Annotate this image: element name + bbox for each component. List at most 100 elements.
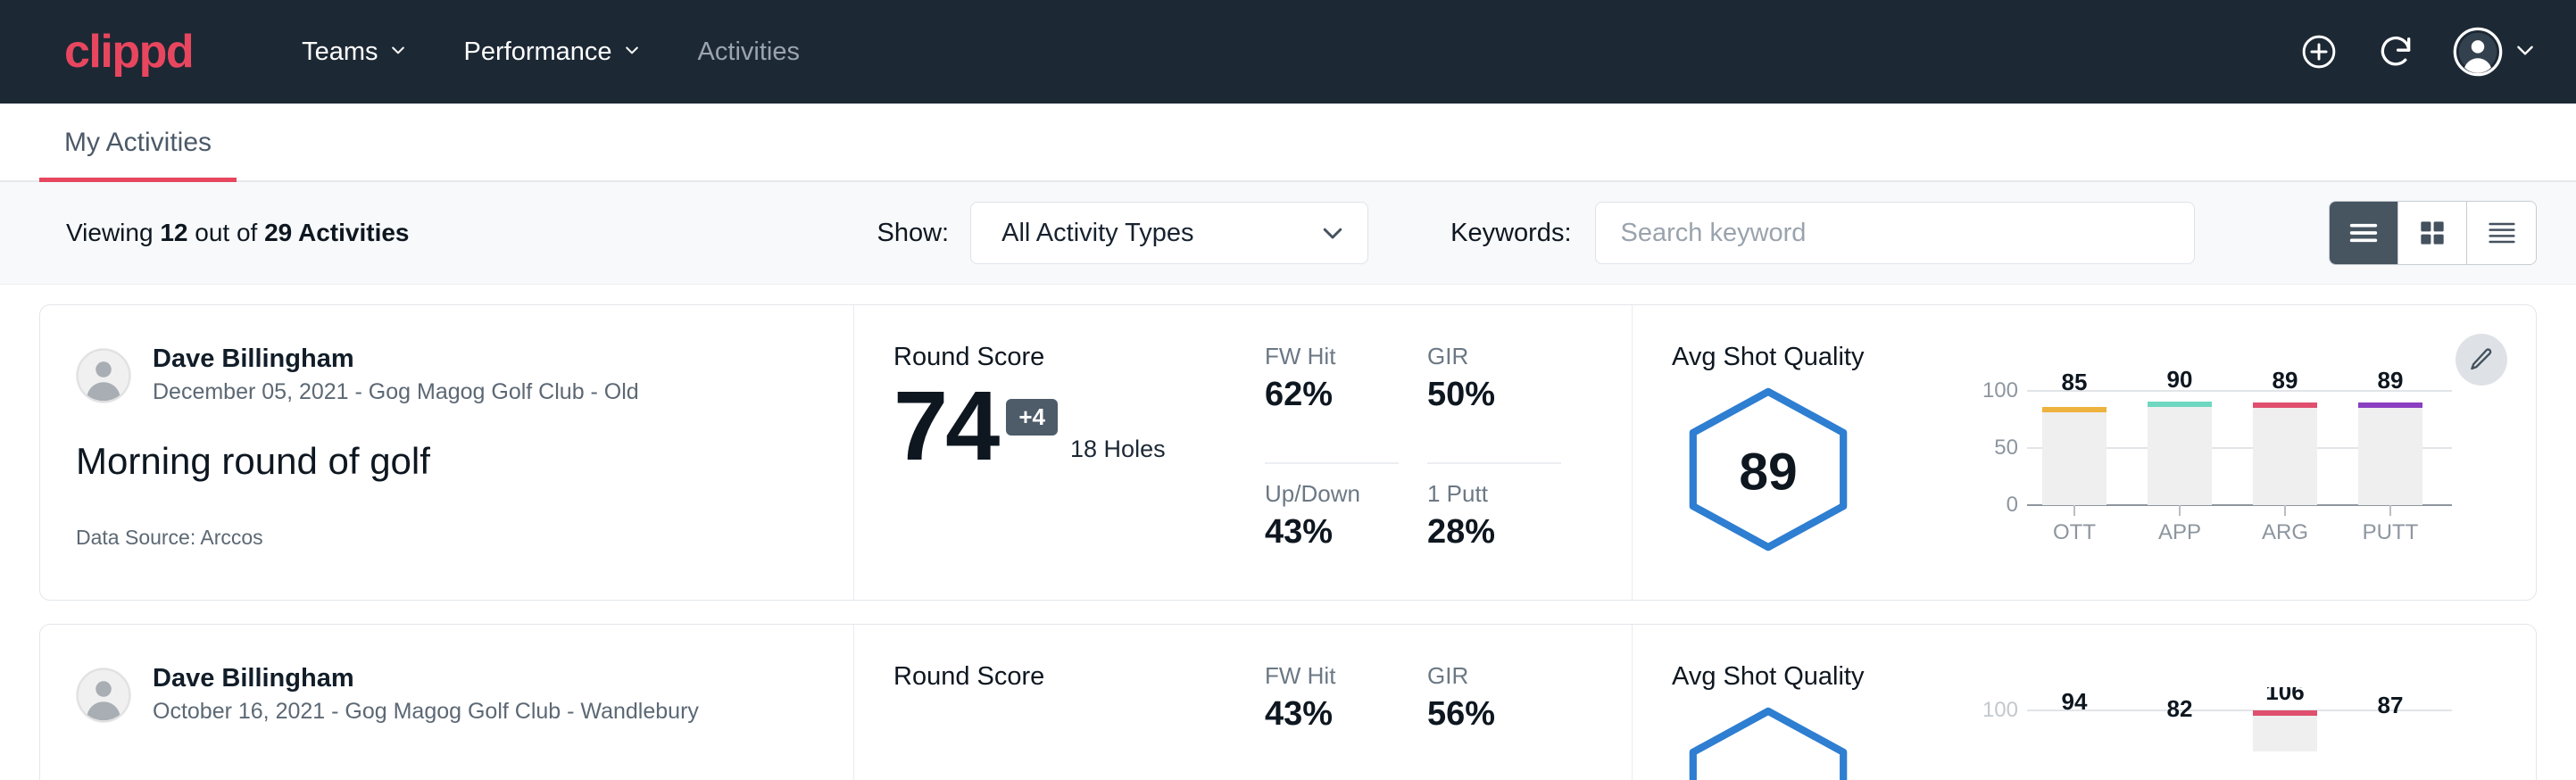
nav-item-activities[interactable]: Activities bbox=[669, 27, 828, 78]
viewing-count-text: Viewing 12 out of 29 Activities bbox=[66, 219, 410, 247]
round-stats: FW Hit 43% GIR 56% bbox=[1265, 662, 1561, 780]
bar-value-arg: 106 bbox=[2265, 687, 2304, 705]
bar-value-app: 82 bbox=[2167, 695, 2193, 722]
nav-item-activities-label: Activities bbox=[698, 37, 800, 67]
bar-label-app: APP bbox=[2158, 520, 2201, 544]
grid-icon bbox=[2415, 216, 2449, 250]
stat-label: GIR bbox=[1427, 662, 1561, 690]
shot-quality-bar-chart: 100 50 0 85 OTT bbox=[1981, 368, 2463, 600]
bar-app: 82 bbox=[2167, 695, 2193, 722]
shot-quality-hexagon bbox=[1681, 706, 1966, 780]
avg-shot-quality-label: Avg Shot Quality bbox=[1672, 343, 1966, 372]
chevron-down-icon bbox=[623, 41, 641, 59]
stat-label: FW Hit bbox=[1265, 662, 1399, 690]
round-stats: FW Hit 62% GIR 50% Up/Down 43% 1 Putt 28… bbox=[1265, 343, 1561, 600]
activity-title: Morning round of golf bbox=[76, 440, 818, 483]
stat-gir: GIR 50% bbox=[1427, 343, 1561, 464]
bar-label-ott: OTT bbox=[2053, 520, 2096, 544]
bar-label-arg: ARG bbox=[2262, 520, 2308, 544]
top-navigation-bar: clippd Teams Performance Activities bbox=[0, 0, 2576, 104]
avg-shot-quality-block: Avg Shot Quality 89 bbox=[1672, 343, 1966, 600]
chevron-down-icon bbox=[1319, 220, 1346, 246]
stat-label: 1 Putt bbox=[1427, 480, 1561, 508]
shot-quality-section: Avg Shot Quality 89 100 50 0 bbox=[1633, 305, 2536, 600]
pencil-icon bbox=[2468, 346, 2495, 373]
round-score-block: Round Score bbox=[893, 662, 1251, 780]
keywords-group: Keywords: bbox=[1450, 202, 2194, 264]
nav-item-performance[interactable]: Performance bbox=[436, 27, 669, 78]
nav-item-teams[interactable]: Teams bbox=[273, 27, 435, 78]
show-filter-group: Show: All Activity Types bbox=[877, 202, 1369, 264]
edit-activity-button[interactable] bbox=[2456, 334, 2507, 386]
holes-played: 18 Holes bbox=[1070, 436, 1166, 463]
clippd-logo[interactable]: clippd bbox=[64, 29, 193, 75]
tab-my-activities[interactable]: My Activities bbox=[39, 128, 237, 182]
author-name: Dave Billingham bbox=[153, 343, 639, 375]
bar-arg: 106 bbox=[2253, 687, 2317, 751]
round-score-label: Round Score bbox=[893, 343, 1251, 372]
stat-value: 50% bbox=[1427, 376, 1561, 414]
bar-app: 90 APP bbox=[2148, 368, 2212, 544]
filter-bar: Viewing 12 out of 29 Activities Show: Al… bbox=[0, 182, 2576, 285]
y-axis-tick-0: 0 bbox=[2007, 493, 2018, 517]
chevron-down-icon bbox=[2514, 38, 2537, 62]
grid-view-button[interactable] bbox=[2398, 202, 2467, 264]
nav-item-teams-label: Teams bbox=[302, 37, 378, 67]
stat-up-down: Up/Down 43% bbox=[1265, 480, 1399, 600]
avg-shot-quality-label: Avg Shot Quality bbox=[1672, 662, 1966, 692]
page-tabs: My Activities bbox=[0, 104, 2576, 182]
activity-type-select-value: All Activity Types bbox=[1001, 219, 1319, 248]
stat-label: FW Hit bbox=[1265, 343, 1399, 370]
stat-one-putt: 1 Putt 28% bbox=[1427, 480, 1561, 600]
bar-value-app: 90 bbox=[2167, 368, 2193, 393]
stat-value: 43% bbox=[1265, 695, 1399, 734]
stat-value: 56% bbox=[1427, 695, 1561, 734]
list-view-button[interactable] bbox=[2330, 202, 2398, 264]
shot-quality-bar-chart: 100 94 82 106 87 bbox=[1981, 687, 2463, 780]
chevron-down-icon bbox=[389, 41, 407, 59]
activity-summary: Dave Billingham December 05, 2021 - Gog … bbox=[40, 305, 854, 600]
round-score-label: Round Score bbox=[893, 662, 1251, 692]
activity-data-source: Data Source: Arccos bbox=[76, 526, 818, 550]
stat-label: Up/Down bbox=[1265, 480, 1399, 508]
score-to-par-badge: +4 bbox=[1006, 399, 1058, 436]
bar-value-ott: 85 bbox=[2062, 369, 2088, 395]
activity-author: Dave Billingham October 16, 2021 - Gog M… bbox=[76, 662, 818, 727]
search-input[interactable] bbox=[1595, 202, 2195, 264]
add-icon[interactable] bbox=[2299, 32, 2339, 71]
list-icon bbox=[2346, 215, 2381, 251]
shot-quality-section: Avg Shot Quality 100 94 82 bbox=[1633, 625, 2536, 780]
activity-summary: Dave Billingham October 16, 2021 - Gog M… bbox=[40, 625, 854, 780]
bar-value-ott: 94 bbox=[2062, 688, 2088, 715]
shot-quality-hexagon: 89 bbox=[1681, 386, 1966, 557]
activity-type-select[interactable]: All Activity Types bbox=[970, 202, 1368, 264]
avatar bbox=[76, 668, 131, 723]
account-menu[interactable] bbox=[2453, 27, 2537, 77]
show-label: Show: bbox=[877, 219, 950, 248]
compact-list-icon bbox=[2484, 215, 2520, 251]
bar-value-putt: 89 bbox=[2378, 368, 2404, 394]
stat-fw-hit: FW Hit 43% bbox=[1265, 662, 1399, 780]
stat-value: 62% bbox=[1265, 376, 1399, 414]
refresh-icon[interactable] bbox=[2376, 32, 2415, 71]
stat-gir: GIR 56% bbox=[1427, 662, 1561, 780]
viewing-count: 12 bbox=[160, 219, 187, 246]
activity-card[interactable]: Dave Billingham December 05, 2021 - Gog … bbox=[39, 304, 2537, 601]
bar-ott: 94 bbox=[2062, 688, 2088, 715]
avatar bbox=[76, 348, 131, 403]
round-score-block: Round Score 74 +4 18 Holes bbox=[893, 343, 1251, 600]
stat-value: 43% bbox=[1265, 513, 1399, 552]
bar-ott: 85 OTT bbox=[2042, 369, 2107, 544]
avatar-icon bbox=[2453, 27, 2503, 77]
author-name: Dave Billingham bbox=[153, 662, 699, 694]
main-nav: Teams Performance Activities bbox=[273, 27, 828, 78]
activity-card[interactable]: Dave Billingham October 16, 2021 - Gog M… bbox=[39, 624, 2537, 780]
nav-item-performance-label: Performance bbox=[464, 37, 612, 67]
bar-label-putt: PUTT bbox=[2363, 520, 2419, 544]
activity-list: Dave Billingham December 05, 2021 - Gog … bbox=[0, 285, 2576, 780]
stat-value: 28% bbox=[1427, 513, 1561, 552]
top-nav-actions bbox=[2299, 27, 2537, 77]
compact-view-button[interactable] bbox=[2467, 202, 2536, 264]
view-mode-toggle bbox=[2329, 201, 2537, 265]
bar-putt: 89 PUTT bbox=[2358, 368, 2422, 544]
